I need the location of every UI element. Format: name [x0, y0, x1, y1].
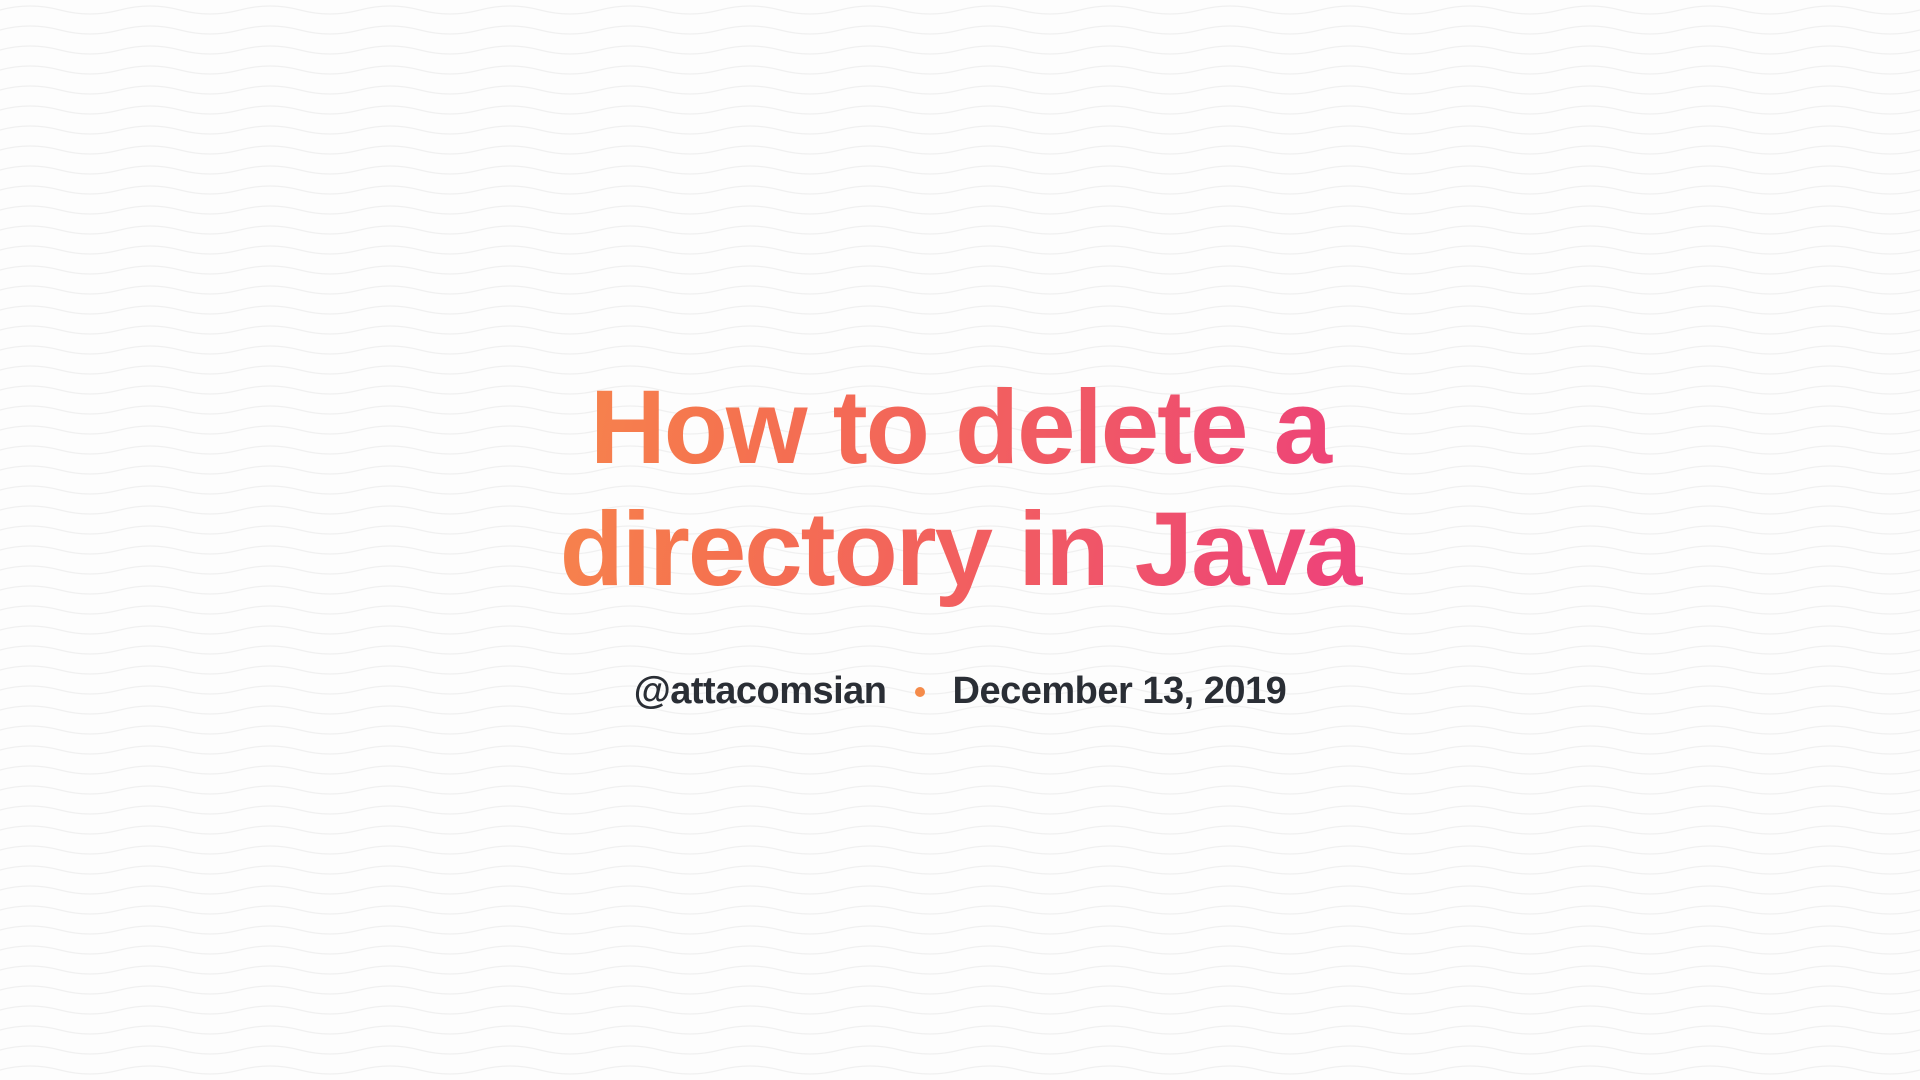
publish-date: December 13, 2019: [953, 670, 1287, 713]
article-meta-row: @attacomsian December 13, 2019: [634, 670, 1287, 713]
article-card: How to delete a directory in Java @attac…: [0, 0, 1920, 1080]
article-title: How to delete a directory in Java: [410, 367, 1510, 611]
author-handle: @attacomsian: [634, 670, 887, 713]
separator-dot-icon: [915, 687, 925, 697]
